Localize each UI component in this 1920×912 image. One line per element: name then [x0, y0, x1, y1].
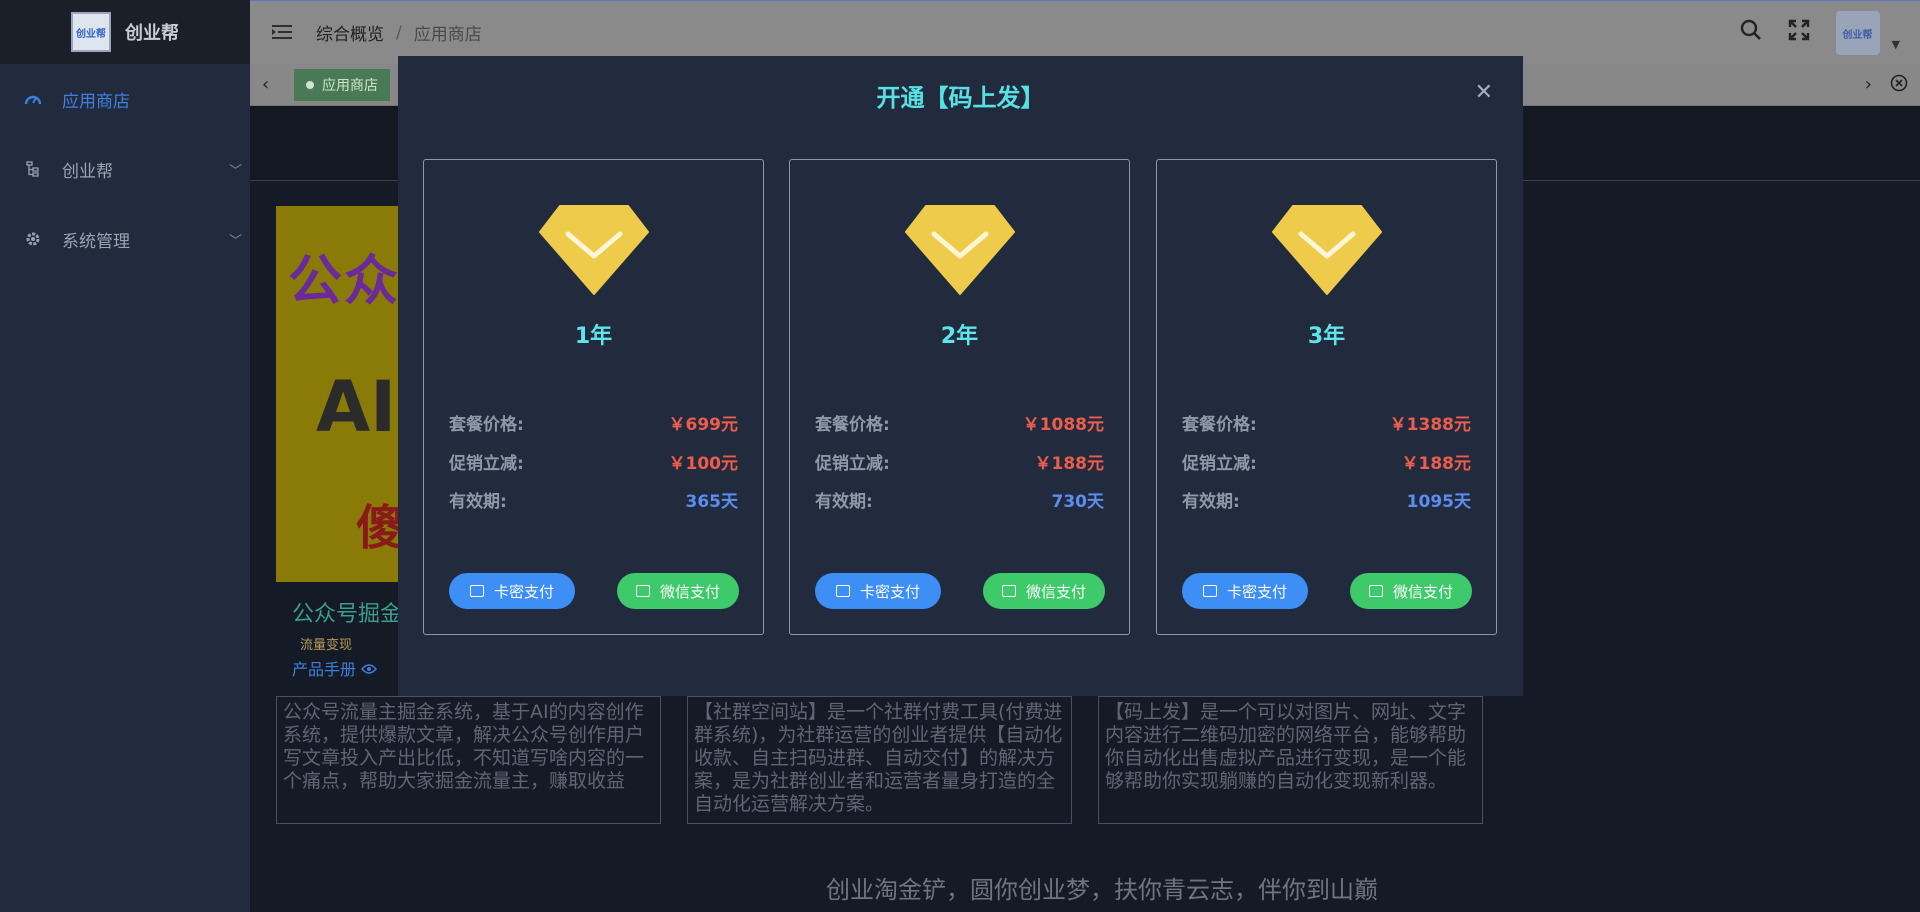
logo-area: 创业帮 创业帮 — [0, 0, 250, 64]
discount-value: ￥188元 — [1401, 453, 1472, 474]
card-pay-button[interactable]: 卡密支付 — [1182, 573, 1308, 609]
logo-icon: 创业帮 — [71, 12, 111, 52]
discount-value: ￥100元 — [668, 453, 739, 474]
subscribe-modal: 开通【码上发】 ✕ 1年 套餐价格: ￥699元 促销立减: ￥100元 有效期… — [398, 56, 1523, 696]
wechat-pay-icon — [1001, 585, 1016, 597]
sidebar-item-app-store[interactable]: 应用商店 — [0, 64, 250, 134]
chevron-left-icon[interactable]: ‹ — [262, 74, 269, 95]
plan-duration: 2年 — [940, 324, 979, 349]
wechat-pay-label: 微信支付 — [1392, 582, 1453, 601]
sidebar-item-system-admin[interactable]: 系统管理 ﹀ — [0, 204, 250, 274]
price-row: 套餐价格: ￥1388元 — [1182, 410, 1471, 435]
breadcrumb-separator: / — [396, 22, 402, 43]
validity-value: 1095天 — [1406, 491, 1471, 512]
diamond-icon — [539, 205, 649, 295]
header-actions: 创业帮 ▼ — [1740, 1, 1900, 65]
card-pay-label: 卡密支付 — [1226, 582, 1287, 601]
price-row: 套餐价格: ￥699元 — [449, 410, 739, 435]
chevron-down-icon: ﹀ — [228, 163, 242, 179]
discount-label: 促销立减: — [449, 453, 524, 474]
sidebar-item-label: 应用商店 — [62, 91, 130, 112]
caret-down-icon[interactable]: ▼ — [1892, 38, 1900, 51]
product-tag: 流量变现 — [300, 638, 353, 653]
wechat-pay-button[interactable]: 微信支付 — [617, 573, 739, 609]
wechat-pay-icon — [1368, 585, 1383, 597]
card-pay-button[interactable]: 卡密支付 — [815, 573, 941, 609]
avatar[interactable]: 创业帮 — [1835, 11, 1880, 55]
card-pay-button[interactable]: 卡密支付 — [449, 573, 575, 609]
plan-card-3-year: 3年 套餐价格: ￥1388元 促销立减: ￥188元 有效期: 1095天 卡… — [1156, 159, 1497, 635]
product-description: 【码上发】是一个可以对图片、网址、文字内容进行二维码加密的网络平台，能够帮助你自… — [1098, 696, 1483, 824]
fullscreen-icon[interactable] — [1788, 19, 1810, 47]
product-manual-link[interactable]: 产品手册 — [292, 656, 378, 680]
discount-label: 促销立减: — [1182, 453, 1257, 474]
close-icon[interactable]: ✕ — [1475, 80, 1493, 105]
sidebar-item-label: 系统管理 — [62, 231, 130, 252]
chevron-right-icon[interactable]: › — [1865, 74, 1872, 95]
chevron-down-icon: ﹀ — [228, 233, 242, 249]
price-label: 套餐价格: — [449, 414, 524, 435]
modal-title: 开通【码上发】 — [876, 84, 1045, 112]
validity-label: 有效期: — [815, 491, 873, 512]
price-value: ￥1088元 — [1022, 414, 1104, 435]
plan-duration: 3年 — [1307, 324, 1346, 349]
close-circle-icon[interactable] — [1890, 74, 1908, 97]
breadcrumb-home[interactable]: 综合概览 — [316, 20, 384, 45]
manual-label: 产品手册 — [292, 660, 357, 679]
diamond-icon — [905, 205, 1015, 295]
breadcrumb-current: 应用商店 — [413, 25, 482, 45]
price-label: 套餐价格: — [815, 414, 890, 435]
sidebar-item-label: 创业帮 — [62, 161, 113, 182]
tree-icon — [24, 160, 42, 178]
plan-card-2-year: 2年 套餐价格: ￥1088元 促销立减: ￥188元 有效期: 730天 卡密… — [789, 159, 1130, 635]
price-row: 套餐价格: ￥1088元 — [815, 410, 1104, 435]
validity-label: 有效期: — [1182, 491, 1240, 512]
price-label: 套餐价格: — [1182, 414, 1257, 435]
diamond-icon — [1272, 205, 1382, 295]
card-icon — [1202, 585, 1217, 597]
validity-row: 有效期: 730天 — [815, 487, 1105, 512]
sidebar: 创业帮 创业帮 应用商店 创业帮 ﹀ 系统管理 ﹀ — [0, 0, 250, 912]
card-pay-label: 卡密支付 — [859, 582, 920, 601]
discount-row: 促销立减: ￥188元 — [1182, 449, 1472, 474]
gear-icon — [24, 230, 42, 248]
top-navbar: 综合概览 / 应用商店 创业帮 ▼ — [250, 0, 1920, 64]
discount-row: 促销立减: ￥100元 — [449, 449, 739, 474]
card-pay-label: 卡密支付 — [493, 582, 554, 601]
card-icon — [835, 585, 850, 597]
search-icon[interactable] — [1740, 19, 1762, 47]
sidebar-item-chuangyebang[interactable]: 创业帮 ﹀ — [0, 134, 250, 204]
poster-text: 傻 — [356, 500, 405, 556]
validity-value: 365天 — [685, 491, 739, 512]
price-value: ￥699元 — [668, 414, 739, 435]
logo-text: 创业帮 — [125, 23, 179, 44]
price-value: ￥1388元 — [1389, 414, 1471, 435]
discount-row: 促销立减: ￥188元 — [815, 449, 1105, 474]
wechat-pay-label: 微信支付 — [659, 582, 720, 601]
tab-label: 应用商店 — [322, 78, 378, 94]
eye-icon — [361, 660, 378, 679]
plan-duration: 1年 — [574, 324, 613, 349]
product-title[interactable]: 公众号掘金 — [292, 596, 402, 628]
validity-row: 有效期: 1095天 — [1182, 487, 1471, 512]
wechat-pay-button[interactable]: 微信支付 — [1350, 573, 1472, 609]
dashboard-icon — [24, 90, 42, 108]
wechat-pay-button[interactable]: 微信支付 — [983, 573, 1105, 609]
wechat-pay-icon — [635, 585, 650, 597]
poster-text: AI — [316, 366, 397, 448]
footer-slogan: 创业淘金铲，圆你创业梦，扶你青云志，伴你到山巅 — [826, 876, 1378, 904]
wechat-pay-label: 微信支付 — [1025, 582, 1086, 601]
validity-row: 有效期: 365天 — [449, 487, 739, 512]
product-description: 公众号流量主掘金系统，基于AI的内容创作系统，提供爆款文章，解决公众号创作用户写… — [276, 696, 661, 824]
tab-app-store[interactable]: 应用商店 — [294, 69, 390, 101]
card-icon — [469, 585, 484, 597]
discount-value: ￥188元 — [1034, 453, 1105, 474]
menu-toggle-icon[interactable] — [272, 21, 296, 45]
validity-label: 有效期: — [449, 491, 507, 512]
discount-label: 促销立减: — [815, 453, 890, 474]
validity-value: 730天 — [1051, 491, 1105, 512]
plan-card-1-year: 1年 套餐价格: ￥699元 促销立减: ￥100元 有效期: 365天 卡密支… — [423, 159, 764, 635]
product-description: 【社群空间站】是一个社群付费工具(付费进群系统)，为社群运营的创业者提供【自动化… — [687, 696, 1072, 824]
active-dot-icon — [306, 81, 314, 89]
